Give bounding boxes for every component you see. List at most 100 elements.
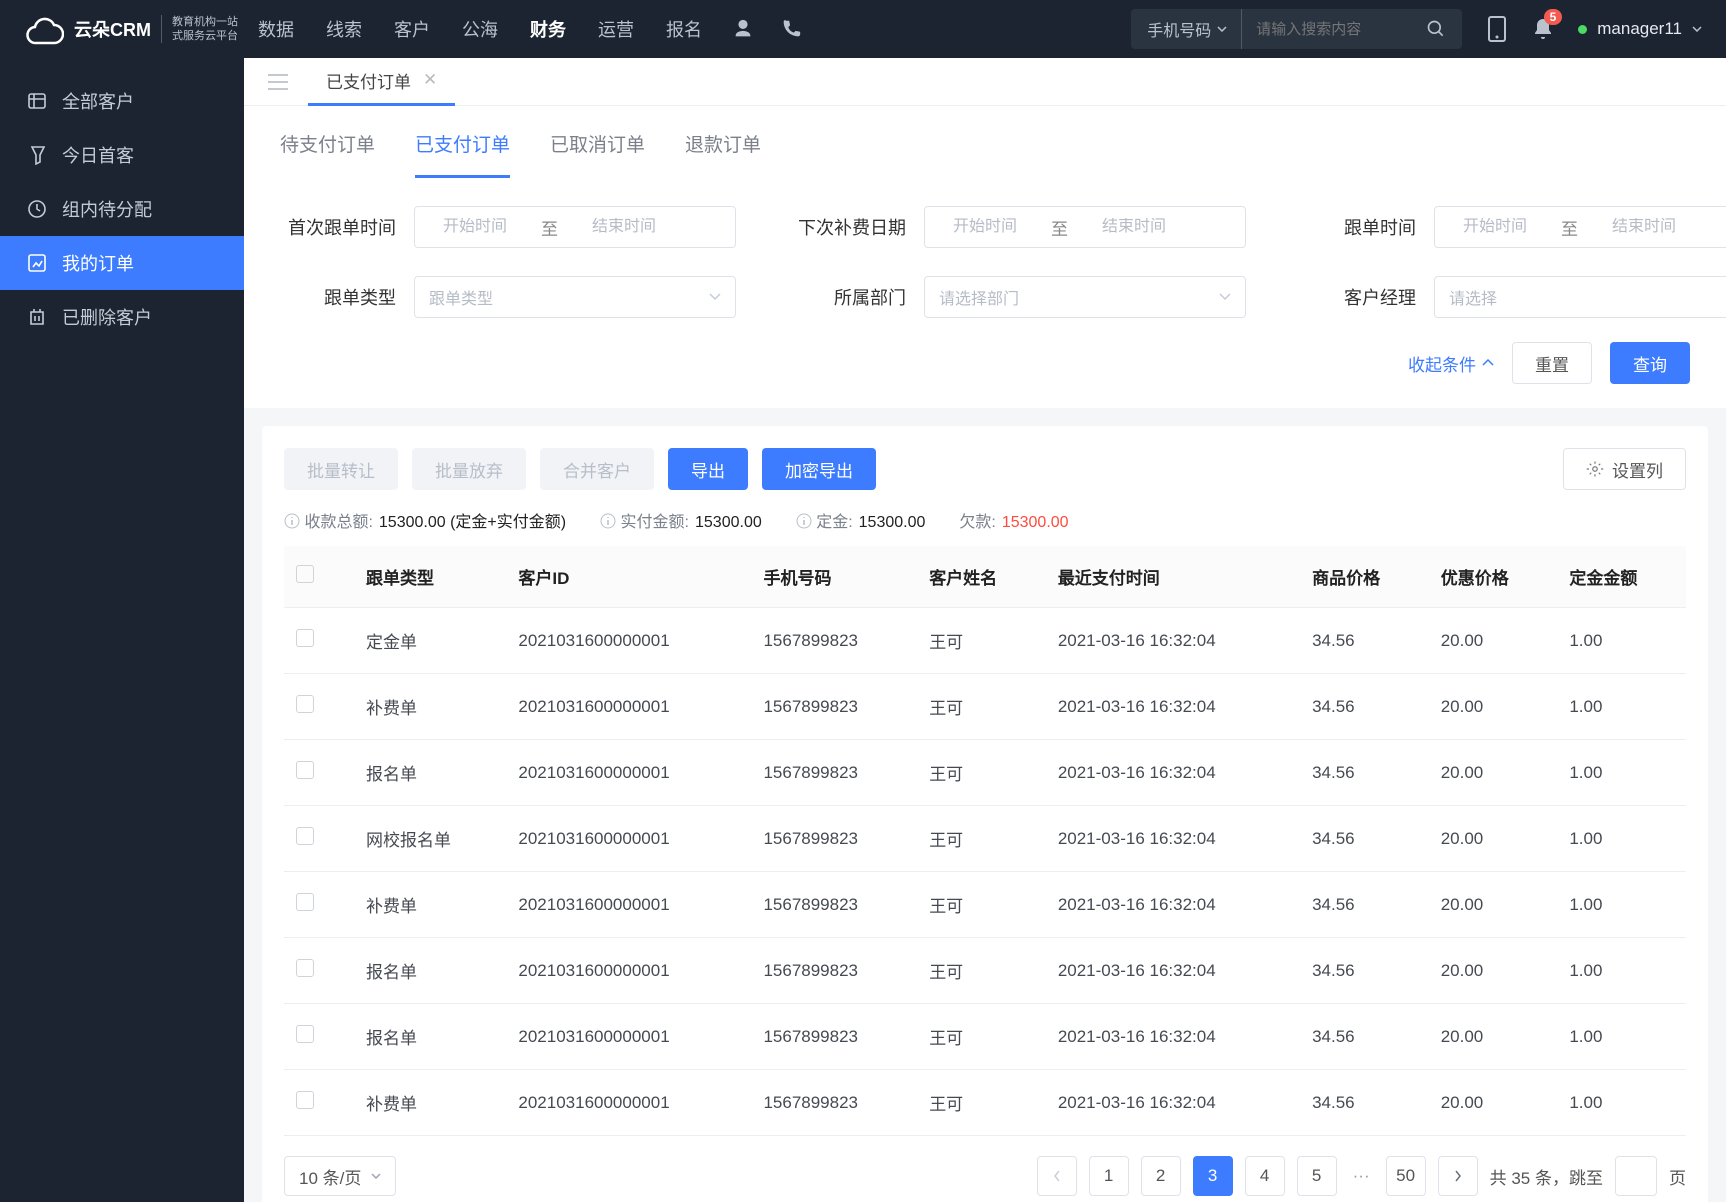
column-settings-button[interactable]: 设置列 [1563,448,1686,490]
table-row[interactable]: 网校报名单20210316000000011567899823王可2021-03… [284,806,1686,872]
merge-customer-button[interactable]: 合并客户 [540,448,654,490]
page-number-button[interactable]: 2 [1141,1156,1181,1196]
logo[interactable]: 云朵CRM 教育机构一站 式服务云平台 [24,13,238,45]
sidebar-item[interactable]: 我的订单 [0,236,244,290]
export-button[interactable]: 导出 [668,448,748,490]
page-tab-paid-orders[interactable]: 已支付订单 ✕ [308,58,455,106]
page-number-button[interactable]: 4 [1245,1156,1285,1196]
table-cell: 1.00 [1557,1070,1686,1136]
query-button[interactable]: 查询 [1610,342,1690,384]
table-cell: 王可 [917,608,1046,674]
mobile-icon[interactable] [1486,15,1508,43]
sidebar-item[interactable]: 已删除客户 [0,290,244,344]
subtab[interactable]: 已支付订单 [415,130,510,178]
nav-item[interactable]: 财务 [530,16,566,42]
sidebar-item[interactable]: 今日首客 [0,128,244,182]
table-cell: 补费单 [354,674,506,740]
first-follow-date-range[interactable]: 至 [414,206,736,248]
follow-time-date-range[interactable]: 至 [1434,206,1726,248]
next-page-button[interactable] [1438,1156,1478,1196]
table-cell: 2021031600000001 [506,608,751,674]
table-cell: 20.00 [1429,1004,1558,1070]
subtab[interactable]: 待支付订单 [280,130,375,178]
nav-item[interactable]: 客户 [394,16,430,42]
start-date-input[interactable] [415,218,535,236]
sidebar-item[interactable]: 组内待分配 [0,182,244,236]
table-cell: 20.00 [1429,674,1558,740]
sidebar-item[interactable]: 全部客户 [0,74,244,128]
manager-select[interactable]: 请选择 [1434,276,1726,318]
table-cell: 2021031600000001 [506,674,751,740]
table-row[interactable]: 补费单20210316000000011567899823王可2021-03-1… [284,674,1686,740]
page-number-button[interactable]: 50 [1386,1156,1426,1196]
search-input[interactable] [1256,21,1406,38]
page-number-button[interactable]: 3 [1193,1156,1233,1196]
table-cell: 34.56 [1300,608,1429,674]
search-type-select[interactable]: 手机号码 [1147,9,1242,49]
table-cell: 34.56 [1300,872,1429,938]
nav-item[interactable]: 公海 [462,16,498,42]
phone-icon[interactable] [780,18,802,40]
chevron-left-icon [1053,1170,1061,1182]
nav-item[interactable]: 数据 [258,16,294,42]
sidebar-item-icon [26,198,48,220]
table-cell: 20.00 [1429,1070,1558,1136]
end-date-input[interactable] [1584,218,1704,236]
table-row[interactable]: 报名单20210316000000011567899823王可2021-03-1… [284,1004,1686,1070]
start-date-input[interactable] [925,218,1045,236]
filter-label: 跟单时间 [1300,214,1416,240]
page-size-select[interactable]: 10 条/页 [284,1156,396,1196]
row-checkbox[interactable] [296,629,314,647]
close-icon[interactable]: ✕ [423,70,437,90]
jump-page-input[interactable] [1615,1156,1657,1196]
nav-item[interactable]: 报名 [666,16,702,42]
subtab[interactable]: 已取消订单 [550,130,645,178]
nav-item[interactable]: 线索 [326,16,362,42]
table-cell: 王可 [917,938,1046,1004]
table-cell: 20.00 [1429,740,1558,806]
prev-page-button[interactable] [1037,1156,1077,1196]
table-cell: 2021031600000001 [506,806,751,872]
batch-abandon-button[interactable]: 批量放弃 [412,448,526,490]
next-due-date-range[interactable]: 至 [924,206,1246,248]
table-cell: 1.00 [1557,740,1686,806]
filter-actions: 收起条件 重置 查询 [244,342,1726,408]
row-checkbox[interactable] [296,893,314,911]
select-all-checkbox[interactable] [296,565,314,583]
encrypted-export-button[interactable]: 加密导出 [762,448,876,490]
table-row[interactable]: 报名单20210316000000011567899823王可2021-03-1… [284,740,1686,806]
end-date-input[interactable] [564,218,684,236]
row-checkbox[interactable] [296,695,314,713]
user-menu[interactable]: manager11 [1578,19,1702,39]
row-checkbox[interactable] [296,761,314,779]
dept-select[interactable]: 请选择部门 [924,276,1246,318]
batch-transfer-button[interactable]: 批量转让 [284,448,398,490]
table-row[interactable]: 补费单20210316000000011567899823王可2021-03-1… [284,1070,1686,1136]
row-checkbox[interactable] [296,1091,314,1109]
row-checkbox[interactable] [296,827,314,845]
subtab[interactable]: 退款订单 [685,130,761,178]
table-cell: 2021031600000001 [506,740,751,806]
person-icon[interactable] [732,18,754,40]
table-cell: 20.00 [1429,806,1558,872]
table-row[interactable]: 报名单20210316000000011567899823王可2021-03-1… [284,938,1686,1004]
notifications[interactable]: 5 [1532,17,1554,41]
table-cell: 2021-03-16 16:32:04 [1046,1070,1300,1136]
collapse-filters-link[interactable]: 收起条件 [1408,351,1494,376]
sidebar-item-label: 我的订单 [62,250,134,276]
page-number-button[interactable]: 1 [1089,1156,1129,1196]
nav-item[interactable]: 运营 [598,16,634,42]
row-checkbox[interactable] [296,959,314,977]
start-date-input[interactable] [1435,218,1555,236]
follow-type-select[interactable]: 跟单类型 [414,276,736,318]
sidebar-toggle-icon[interactable] [268,74,288,90]
reset-button[interactable]: 重置 [1512,342,1592,384]
page-number-button[interactable]: 5 [1297,1156,1337,1196]
table-row[interactable]: 定金单20210316000000011567899823王可2021-03-1… [284,608,1686,674]
table-cell: 20.00 [1429,938,1558,1004]
row-checkbox[interactable] [296,1025,314,1043]
end-date-input[interactable] [1074,218,1194,236]
search-icon[interactable] [1426,19,1446,39]
filter-label: 跟单类型 [280,284,396,310]
table-row[interactable]: 补费单20210316000000011567899823王可2021-03-1… [284,872,1686,938]
